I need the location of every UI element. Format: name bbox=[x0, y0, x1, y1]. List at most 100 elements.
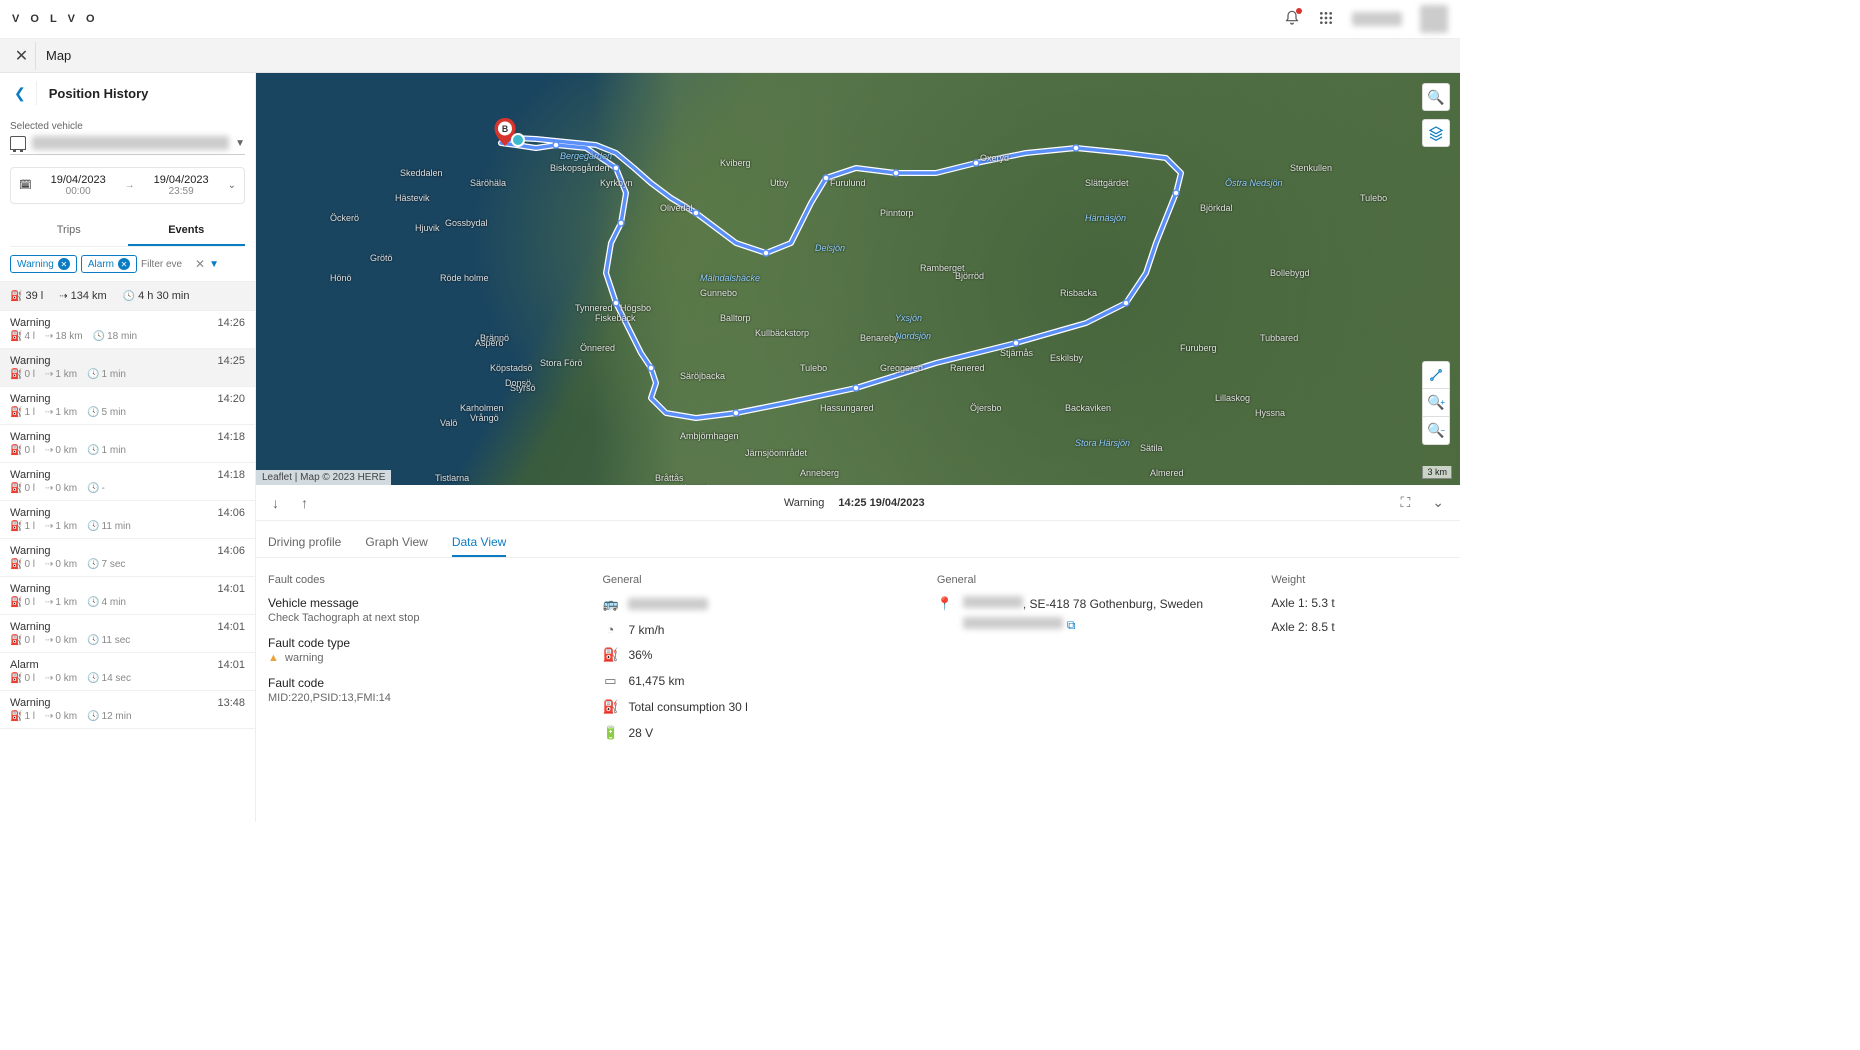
fault-heading: Fault codes bbox=[268, 574, 562, 586]
prev-event-button[interactable]: ↓ bbox=[268, 491, 283, 515]
arrow-right-icon: → bbox=[125, 180, 135, 191]
event-list[interactable]: Warning14:26⛽4 l⇢18 km🕓18 minWarning14:2… bbox=[0, 311, 255, 822]
svg-text:B: B bbox=[502, 124, 508, 134]
general1-heading: General bbox=[602, 574, 896, 586]
event-list-item[interactable]: Alarm14:01⛽0 l⇢0 km🕓14 sec bbox=[0, 653, 255, 691]
tab-data-view[interactable]: Data View bbox=[452, 529, 506, 557]
pin-icon: 📍 bbox=[937, 596, 953, 612]
general1-column: General 🚌 ◔7 km/h ⛽36% ▭61,475 km ⛽Total… bbox=[602, 574, 896, 751]
clock-icon: 🕓 bbox=[87, 597, 99, 608]
gauge-icon: ◔ bbox=[602, 622, 618, 637]
fault-code-label: Fault code bbox=[268, 676, 562, 690]
detail-header: ↓ ↑ Warning 14:25 19/04/2023 ⛶ ⌄ bbox=[256, 485, 1460, 521]
filter-input[interactable] bbox=[141, 259, 191, 270]
bus-icon: 🚌 bbox=[602, 596, 618, 612]
filter-clear-button[interactable]: ✕ bbox=[195, 257, 205, 271]
apps-grid-button[interactable] bbox=[1318, 10, 1334, 29]
clock-icon: 🕓 bbox=[87, 521, 99, 532]
coords-redacted bbox=[963, 617, 1063, 629]
distance-icon: ⇢ bbox=[45, 597, 53, 608]
map-view[interactable]: ÖckeröHästevikSkeddalenSäröhälaBiskopsgå… bbox=[256, 73, 1460, 485]
tab-trips[interactable]: Trips bbox=[10, 216, 128, 246]
tab-graph-view[interactable]: Graph View bbox=[365, 529, 427, 557]
clock-icon: 🕓 bbox=[87, 483, 99, 494]
vehicle-selector[interactable]: ▼ bbox=[10, 132, 245, 155]
next-event-button[interactable]: ↑ bbox=[297, 491, 312, 515]
clock-icon: 🕓 bbox=[87, 369, 99, 380]
event-list-item[interactable]: Warning14:18⛽0 l⇢0 km🕓- bbox=[0, 463, 255, 501]
axle1-value: Axle 1: 5.3 t bbox=[1271, 596, 1448, 610]
event-list-item[interactable]: Warning14:26⛽4 l⇢18 km🕓18 min bbox=[0, 311, 255, 349]
event-list-item[interactable]: Warning14:01⛽0 l⇢1 km🕓4 min bbox=[0, 577, 255, 615]
fault-codes-column: Fault codes Vehicle message Check Tachog… bbox=[268, 574, 562, 751]
filter-chip-warning[interactable]: Warning✕ bbox=[10, 255, 77, 273]
fuel-icon: ⛽ bbox=[10, 521, 22, 532]
event-time: 14:20 bbox=[217, 393, 245, 405]
event-list-item[interactable]: Warning14:20⛽1 l⇢1 km🕓5 min bbox=[0, 387, 255, 425]
user-avatar[interactable] bbox=[1420, 5, 1448, 33]
fuel-icon: ⛽ bbox=[10, 673, 22, 684]
fuel-icon: ⛽ bbox=[602, 699, 618, 715]
event-list-item[interactable]: Warning14:25⛽0 l⇢1 km🕓1 min bbox=[0, 349, 255, 387]
event-type: Warning bbox=[10, 317, 51, 329]
event-list-item[interactable]: Warning14:18⛽0 l⇢0 km🕓1 min bbox=[0, 425, 255, 463]
fuel-icon: ⛽ bbox=[10, 407, 22, 418]
map-zoom-in-button[interactable]: 🔍+ bbox=[1422, 389, 1450, 417]
map-marker-current[interactable] bbox=[511, 133, 525, 147]
summary-row: ⛽39 l ⇢134 km 🕓4 h 30 min bbox=[0, 282, 255, 311]
clock-icon: 🕓 bbox=[87, 673, 99, 684]
event-list-item[interactable]: Warning14:06⛽1 l⇢1 km🕓11 min bbox=[0, 501, 255, 539]
tab-events[interactable]: Events bbox=[128, 216, 246, 246]
event-type: Warning bbox=[10, 469, 51, 481]
sidebar: ❮ Position History Selected vehicle ▼ 🗓 … bbox=[0, 73, 256, 822]
date-to-time: 23:59 bbox=[141, 186, 222, 197]
copy-button[interactable]: ⧉ bbox=[1067, 618, 1076, 632]
map-route-button[interactable] bbox=[1422, 361, 1450, 389]
distance-icon: ⇢ bbox=[45, 521, 53, 532]
fuel-icon: ⛽ bbox=[10, 445, 22, 456]
event-list-item[interactable]: Warning13:48⛽1 l⇢0 km🕓12 min bbox=[0, 691, 255, 729]
date-range-picker[interactable]: 🗓 19/04/2023 00:00 → 19/04/2023 23:59 ⌄ bbox=[10, 167, 245, 204]
map-layers-button[interactable] bbox=[1422, 119, 1450, 147]
event-time: 14:01 bbox=[217, 621, 245, 633]
general2-heading: General bbox=[937, 574, 1231, 586]
event-list-item[interactable]: Warning14:01⛽0 l⇢0 km🕓11 sec bbox=[0, 615, 255, 653]
clock-icon: 🕓 bbox=[87, 711, 99, 722]
map-search-button[interactable]: 🔍 bbox=[1422, 83, 1450, 111]
odometer-icon: ▭ bbox=[602, 673, 618, 689]
event-time: 14:06 bbox=[217, 507, 245, 519]
chevron-down-icon[interactable]: ▼ bbox=[209, 259, 219, 270]
back-button[interactable]: ❮ bbox=[10, 81, 37, 105]
fault-type-label: Fault code type bbox=[268, 636, 562, 650]
close-button[interactable]: ✕ bbox=[8, 42, 36, 70]
event-list-item[interactable]: Warning14:06⛽0 l⇢0 km🕓7 sec bbox=[0, 539, 255, 577]
clock-icon: 🕓 bbox=[87, 635, 99, 646]
fuel-icon: ⛽ bbox=[602, 647, 618, 663]
fuel-pct-value: 36% bbox=[628, 648, 652, 662]
event-type: Warning bbox=[10, 507, 51, 519]
collapse-button[interactable]: ⌄ bbox=[1428, 490, 1448, 515]
date-to: 19/04/2023 bbox=[141, 174, 222, 186]
map-zoom-out-button[interactable]: 🔍− bbox=[1422, 417, 1450, 445]
distance-icon: ⇢ bbox=[45, 483, 53, 494]
consumption-value: Total consumption 30 l bbox=[628, 700, 747, 714]
vehicle-id-redacted bbox=[628, 598, 708, 610]
route-path bbox=[256, 73, 1460, 485]
calendar-icon: 🗓 bbox=[19, 180, 32, 191]
date-from-time: 00:00 bbox=[38, 186, 119, 197]
chip-remove-icon[interactable]: ✕ bbox=[58, 258, 70, 270]
event-type: Alarm bbox=[10, 659, 39, 671]
fuel-icon: ⛽ bbox=[10, 331, 22, 342]
filter-chip-alarm[interactable]: Alarm✕ bbox=[81, 255, 137, 273]
weight-column: Weight Axle 1: 5.3 t Axle 2: 8.5 t bbox=[1271, 574, 1448, 751]
event-type: Warning bbox=[10, 621, 51, 633]
event-time: 14:01 bbox=[217, 583, 245, 595]
chip-remove-icon[interactable]: ✕ bbox=[118, 258, 130, 270]
fullscreen-button[interactable]: ⛶ bbox=[1396, 490, 1414, 515]
title-bar: ✕ Map bbox=[0, 39, 1460, 73]
vehicle-message-label: Vehicle message bbox=[268, 596, 562, 610]
main-panel: ÖckeröHästevikSkeddalenSäröhälaBiskopsgå… bbox=[256, 73, 1460, 822]
tab-driving-profile[interactable]: Driving profile bbox=[268, 529, 341, 557]
clock-icon: 🕓 bbox=[87, 559, 99, 570]
notifications-button[interactable] bbox=[1284, 10, 1300, 29]
